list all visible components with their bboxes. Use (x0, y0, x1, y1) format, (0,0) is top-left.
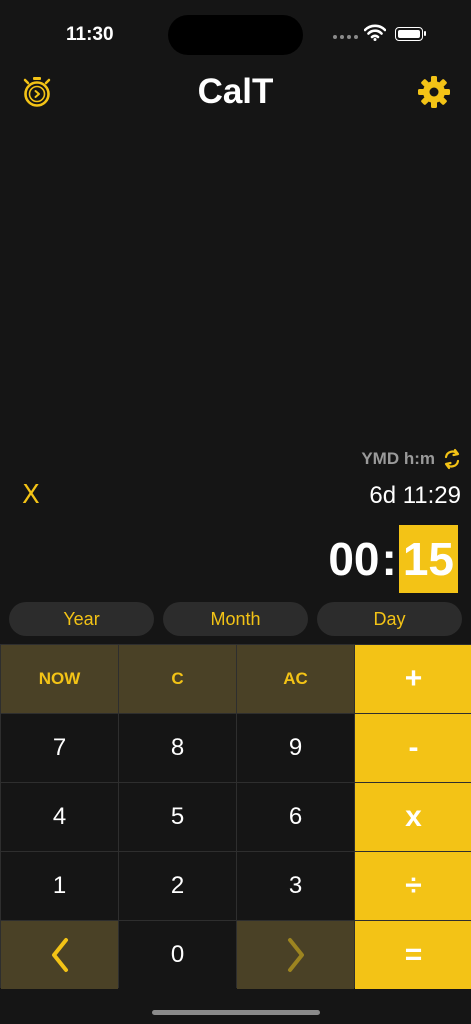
clear-button[interactable]: C (119, 645, 236, 713)
battery-icon (395, 27, 426, 41)
day-button[interactable]: Day (317, 602, 462, 636)
digit-4-button[interactable]: 4 (1, 783, 118, 851)
equals-button[interactable]: = (355, 921, 471, 989)
wifi-icon (364, 24, 386, 41)
multiply-button[interactable]: x (355, 783, 471, 851)
entry-hours[interactable]: 00 (328, 532, 379, 586)
format-label: YMD h:m (361, 449, 435, 468)
digit-9-button[interactable]: 9 (237, 714, 354, 782)
digit-2-button[interactable]: 2 (119, 852, 236, 920)
header: CalT (0, 70, 471, 114)
entry-minutes-selected[interactable]: 15 (398, 525, 458, 593)
dynamic-island (168, 15, 303, 55)
app-title: CalT (197, 72, 274, 111)
result-display: 6d 11:29 (369, 482, 461, 509)
entry-display: 00 : 15 (328, 525, 458, 593)
chevron-right-icon (287, 938, 304, 972)
minus-button[interactable]: - (355, 714, 471, 782)
digit-6-button[interactable]: 6 (237, 783, 354, 851)
swap-format-icon[interactable] (443, 448, 461, 470)
home-indicator[interactable] (152, 1010, 320, 1015)
month-button[interactable]: Month (163, 602, 308, 636)
divide-button[interactable]: ÷ (355, 852, 471, 920)
all-clear-button[interactable]: AC (237, 645, 354, 713)
cellular-signal-icon (333, 35, 358, 39)
chevron-left-icon (51, 938, 68, 972)
previous-field-button[interactable] (1, 921, 118, 989)
plus-button[interactable]: + (355, 645, 471, 713)
now-button[interactable]: NOW (1, 645, 118, 713)
gear-icon[interactable] (417, 75, 451, 109)
digit-0-button[interactable]: 0 (119, 921, 236, 989)
digit-3-button[interactable]: 3 (237, 852, 354, 920)
format-selector[interactable]: YMD h:m (361, 448, 461, 470)
unit-selector: Year Month Day (9, 602, 462, 636)
next-field-button[interactable] (237, 921, 354, 989)
digit-5-button[interactable]: 5 (119, 783, 236, 851)
entry-colon: : (381, 533, 397, 585)
digit-1-button[interactable]: 1 (1, 852, 118, 920)
clear-entry-button[interactable]: X (22, 480, 40, 510)
digit-7-button[interactable]: 7 (1, 714, 118, 782)
digit-8-button[interactable]: 8 (119, 714, 236, 782)
status-time: 11:30 (66, 24, 114, 45)
status-bar: 11:30 (0, 0, 471, 70)
year-button[interactable]: Year (9, 602, 154, 636)
keypad: NOW C AC + 7 8 9 - 4 5 6 x 1 2 3 ÷ 0 = (0, 644, 471, 989)
